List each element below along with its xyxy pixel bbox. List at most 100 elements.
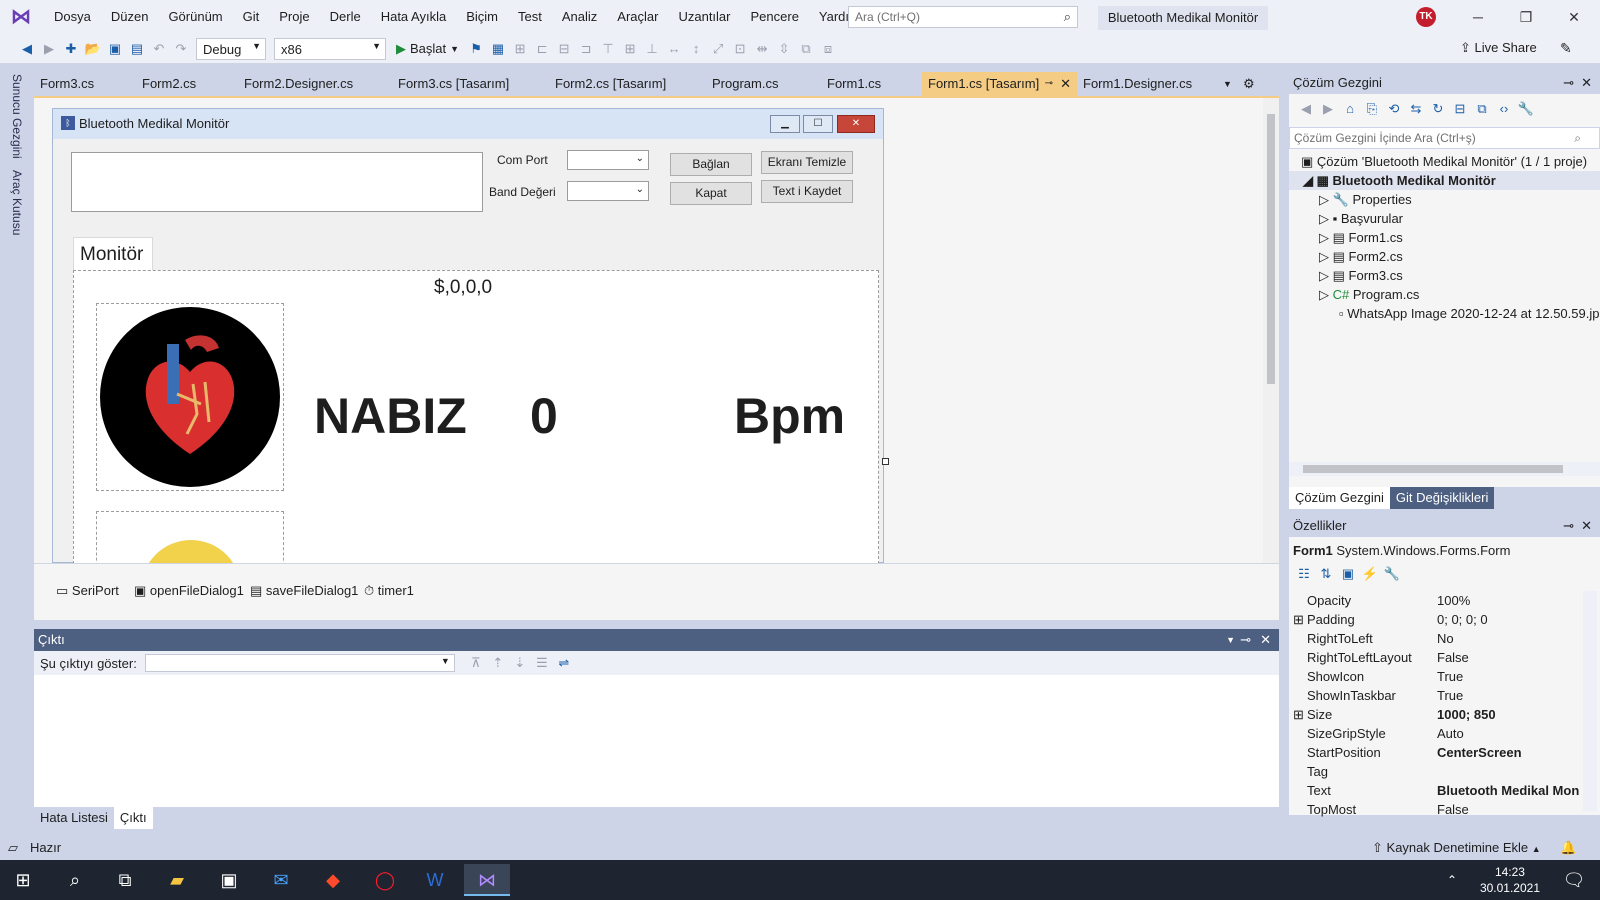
scroll-thumb[interactable] bbox=[1267, 114, 1275, 384]
back-icon[interactable]: ◀ bbox=[1295, 98, 1317, 120]
notification-icon[interactable]: 🔔 bbox=[1560, 836, 1576, 860]
property-row[interactable]: ⊞ Padding 0; 0; 0; 0 bbox=[1289, 610, 1581, 629]
tab-form2-designer[interactable]: Form2.Designer.cs bbox=[238, 72, 392, 96]
word-icon[interactable]: W bbox=[412, 864, 458, 896]
tray-openfiledialog[interactable]: ▣ openFileDialog1 bbox=[134, 583, 244, 599]
property-value[interactable]: Bluetooth Medikal Monitör bbox=[1437, 781, 1579, 800]
menu-araclar[interactable]: Araçlar bbox=[607, 0, 668, 34]
menu-duzen[interactable]: Düzen bbox=[101, 0, 159, 34]
property-row[interactable]: TopMost False bbox=[1289, 800, 1581, 819]
property-value[interactable]: 100% bbox=[1437, 591, 1579, 610]
tree-form3[interactable]: ▷ ▤ Form3.cs bbox=[1289, 266, 1403, 285]
tab-program-cs[interactable]: Program.cs bbox=[706, 72, 821, 96]
source-control-button[interactable]: ⇧ Kaynak Denetimine Ekle ▲ bbox=[1372, 836, 1541, 861]
tab-form2-design[interactable]: Form2.cs [Tasarım] bbox=[549, 72, 706, 96]
property-row[interactable]: ShowIcon True bbox=[1289, 667, 1581, 686]
feedback-icon[interactable]: ✎ bbox=[1560, 40, 1572, 57]
open-icon[interactable]: 📂 bbox=[82, 38, 104, 60]
clear-screen-button[interactable]: Ekranı Temizle bbox=[761, 151, 853, 174]
tree-project[interactable]: ◢ ▦ Bluetooth Medikal Monitör bbox=[1289, 171, 1600, 190]
same-width-icon[interactable]: ↔ bbox=[663, 38, 685, 60]
windows-start-icon[interactable]: ⊞ bbox=[0, 864, 46, 896]
hspacing-icon[interactable]: ⇹ bbox=[751, 38, 773, 60]
property-value[interactable]: 1000; 850 bbox=[1437, 705, 1579, 724]
align-bottom-icon[interactable]: ⊥ bbox=[641, 38, 663, 60]
tab-form1-design[interactable]: Form1.cs [Tasarım] ⊸ ✕ bbox=[922, 72, 1077, 96]
menu-analiz[interactable]: Analiz bbox=[552, 0, 607, 34]
expand-icon[interactable]: ⊞ bbox=[1293, 705, 1304, 724]
property-row[interactable]: RightToLeftLayout False bbox=[1289, 648, 1581, 667]
tab-form2-cs[interactable]: Form2.cs bbox=[136, 72, 238, 96]
code-icon[interactable]: ‹› bbox=[1493, 98, 1515, 120]
tree-solution[interactable]: ▣ Çözüm 'Bluetooth Medikal Monitör' (1 /… bbox=[1289, 152, 1587, 171]
tab-error-list[interactable]: Hata Listesi bbox=[34, 807, 114, 829]
band-select[interactable]: ⌄ bbox=[567, 181, 649, 201]
panel-pin-icon[interactable]: ⊸ bbox=[1240, 629, 1251, 651]
same-height-icon[interactable]: ↕ bbox=[685, 38, 707, 60]
task-view-icon[interactable]: ⧉ bbox=[102, 864, 148, 896]
tab-form1-cs[interactable]: Form1.cs bbox=[821, 72, 922, 96]
panel-menu-icon[interactable]: ▼ bbox=[1226, 629, 1235, 651]
property-value[interactable]: False bbox=[1437, 648, 1579, 667]
next-icon[interactable]: ⇣ bbox=[509, 652, 531, 674]
mail-icon[interactable]: ✉ bbox=[258, 864, 304, 896]
toolbox-tab[interactable]: Araç Kutusu bbox=[10, 170, 24, 235]
tree-form2[interactable]: ▷ ▤ Form2.cs bbox=[1289, 247, 1403, 266]
visual-studio-taskbar-icon[interactable]: ⋈ bbox=[464, 864, 510, 896]
menu-git[interactable]: Git bbox=[233, 0, 270, 34]
tab-output[interactable]: Çıktı bbox=[113, 807, 153, 829]
word-wrap-icon[interactable]: ⇌ bbox=[553, 652, 575, 674]
same-size-icon[interactable]: ⤢ bbox=[707, 38, 729, 60]
tray-timer[interactable]: ⏱ timer1 bbox=[364, 583, 414, 599]
bring-front-icon[interactable]: ⧉ bbox=[795, 38, 817, 60]
property-value[interactable]: True bbox=[1437, 686, 1579, 705]
pin-icon[interactable]: ⊸ bbox=[1045, 72, 1053, 96]
find-icon[interactable]: ⊼ bbox=[465, 652, 487, 674]
panel-pin-icon[interactable]: ⊸ bbox=[1563, 72, 1574, 94]
tree-image[interactable]: ▫ WhatsApp Image 2020-12-24 at 12.50.59.… bbox=[1289, 304, 1599, 323]
menu-hata-ayikla[interactable]: Hata Ayıkla bbox=[371, 0, 457, 34]
collapse-icon[interactable]: ⊟ bbox=[1449, 98, 1471, 120]
anydesk-icon[interactable]: ◆ bbox=[310, 864, 356, 896]
show-all-icon[interactable]: ⧉ bbox=[1471, 98, 1493, 120]
search-input[interactable]: Ara (Ctrl+Q) ⌕ bbox=[848, 6, 1078, 28]
settings-icon[interactable]: ⚙ bbox=[1237, 72, 1257, 96]
minimize-icon[interactable]: ─ bbox=[1454, 0, 1502, 34]
tray-savefiledialog[interactable]: ▤ saveFileDialog1 bbox=[250, 583, 358, 599]
forward-icon[interactable]: ▶ bbox=[38, 38, 60, 60]
tab-form3-cs[interactable]: Form3.cs bbox=[34, 72, 136, 96]
form-maximize-icon[interactable]: ☐ bbox=[803, 115, 833, 133]
menu-derle[interactable]: Derle bbox=[320, 0, 371, 34]
tab-form3-design[interactable]: Form3.cs [Tasarım] bbox=[392, 72, 549, 96]
prev-icon[interactable]: ⇡ bbox=[487, 652, 509, 674]
property-value[interactable]: No bbox=[1437, 629, 1579, 648]
align-center-icon[interactable]: ⊟ bbox=[553, 38, 575, 60]
panel-close-icon[interactable]: ✕ bbox=[1581, 72, 1592, 94]
close-icon[interactable]: ✕ bbox=[1550, 0, 1598, 34]
form1-window[interactable]: ᛒ Bluetooth Medikal Monitör ▁ ☐ ✕ Com Po… bbox=[52, 108, 884, 571]
property-value[interactable]: Auto bbox=[1437, 724, 1579, 743]
config-select[interactable]: Debug ▼ bbox=[196, 37, 266, 60]
avatar[interactable]: TK bbox=[1416, 7, 1436, 27]
home-icon[interactable]: ⌂ bbox=[1339, 98, 1361, 120]
property-value[interactable]: False bbox=[1437, 800, 1579, 819]
tab-list-icon[interactable]: ▼ bbox=[1217, 72, 1237, 96]
properties-scrollbar[interactable] bbox=[1583, 591, 1597, 811]
events-icon[interactable]: ⚡ bbox=[1359, 563, 1381, 585]
tree-program[interactable]: ▷ C# Program.cs bbox=[1289, 285, 1419, 304]
property-row[interactable]: Text Bluetooth Medikal Monitör bbox=[1289, 781, 1581, 800]
search-icon[interactable]: ⌕ bbox=[52, 864, 98, 896]
server-explorer-tab[interactable]: Sunucu Gezgini bbox=[10, 74, 24, 159]
menu-proje[interactable]: Proje bbox=[269, 0, 319, 34]
property-row[interactable]: Opacity 100% bbox=[1289, 591, 1581, 610]
scroll-thumb[interactable] bbox=[1303, 465, 1563, 473]
close-tab-icon[interactable]: ✕ bbox=[1060, 72, 1071, 96]
tray-serialport[interactable]: ▭ SeriPort bbox=[56, 583, 119, 599]
start-button[interactable]: ▶ Başlat ▼ bbox=[390, 41, 465, 57]
property-value[interactable]: CenterScreen bbox=[1437, 743, 1579, 762]
com-port-select[interactable]: ⌄ bbox=[567, 150, 649, 170]
live-share-button[interactable]: ⇪ Live Share bbox=[1460, 40, 1537, 56]
align-top-icon[interactable]: ⊤ bbox=[597, 38, 619, 60]
restore-icon[interactable]: ❐ bbox=[1502, 0, 1550, 34]
property-value[interactable]: True bbox=[1437, 667, 1579, 686]
